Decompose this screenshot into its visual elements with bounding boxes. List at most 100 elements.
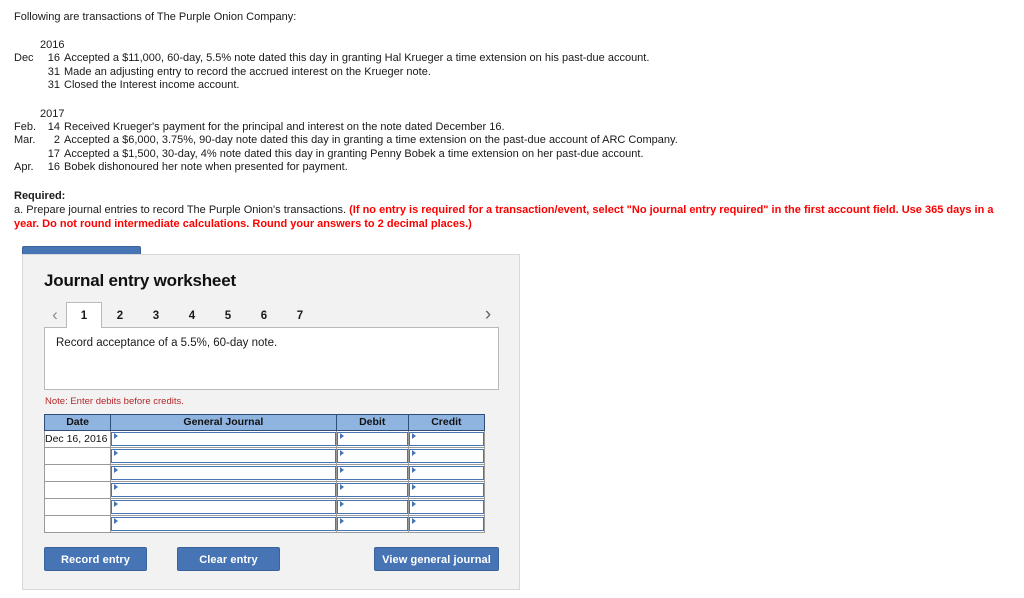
problem-statement: Following are transactions of The Purple…: [0, 0, 1024, 231]
tab-1[interactable]: 1: [66, 302, 102, 328]
table-row: Dec 16, 2016: [43, 430, 486, 448]
debit-input[interactable]: [336, 449, 408, 463]
cell-date: [43, 447, 112, 465]
transaction-groups: 2016 Dec 16 Accepted a $11,000, 60-day, …: [14, 38, 1016, 175]
cell-credit[interactable]: [407, 515, 486, 533]
clear-entry-button[interactable]: Clear entry: [177, 547, 280, 571]
transaction-text: Accepted a $11,000, 60-day, 5.5% note da…: [64, 52, 650, 64]
journal-entry-table: Date General Journal Debit Credit Dec 16…: [43, 414, 486, 533]
column-header-debit: Debit: [335, 414, 409, 431]
transaction-month: [14, 79, 40, 93]
cell-credit[interactable]: [407, 498, 486, 516]
cell-general-journal[interactable]: [110, 447, 337, 465]
cell-credit[interactable]: [407, 464, 486, 482]
cell-date: Dec 16, 2016: [43, 430, 112, 448]
credit-input[interactable]: [408, 500, 484, 514]
credit-input[interactable]: [408, 449, 484, 463]
table-row: [43, 447, 486, 465]
transaction-row: 31 Closed the Interest income account.: [14, 79, 1016, 93]
general-journal-input[interactable]: [111, 500, 336, 514]
tab-3[interactable]: 3: [138, 302, 174, 328]
cell-date: [43, 464, 112, 482]
tab-4[interactable]: 4: [174, 302, 210, 328]
transaction-row: Feb. 14 Received Krueger's payment for t…: [14, 121, 1016, 135]
cell-debit[interactable]: [335, 464, 409, 482]
credit-input[interactable]: [408, 432, 484, 446]
cell-credit[interactable]: [407, 447, 486, 465]
transaction-text: Accepted a $6,000, 3.75%, 90-day note da…: [64, 134, 678, 146]
transaction-row: Apr. 16 Bobek dishonoured her note when …: [14, 161, 1016, 175]
cell-credit[interactable]: [407, 481, 486, 499]
general-journal-input[interactable]: [111, 449, 336, 463]
transaction-text: Accepted a $1,500, 30-day, 4% note dated…: [64, 147, 644, 160]
general-journal-input[interactable]: [111, 432, 336, 446]
transaction-month: [14, 66, 40, 80]
general-journal-input[interactable]: [111, 466, 336, 480]
view-general-journal-button[interactable]: View general journal: [374, 547, 499, 571]
worksheet-footer: Record entry Clear entry View general jo…: [44, 547, 499, 573]
cell-date: [43, 515, 112, 533]
cell-general-journal[interactable]: [110, 515, 337, 533]
table-header-row: Date General Journal Debit Credit: [43, 414, 486, 431]
debit-input[interactable]: [336, 466, 408, 480]
transaction-month: Apr.: [14, 161, 34, 173]
transaction-month: Feb.: [14, 120, 37, 133]
cell-general-journal[interactable]: [110, 464, 337, 482]
debit-input[interactable]: [336, 432, 408, 446]
debit-input[interactable]: [336, 500, 408, 514]
transaction-row: 31 Made an adjusting entry to record the…: [14, 66, 1016, 80]
cell-debit[interactable]: [335, 447, 409, 465]
entry-description-box: Record acceptance of a 5.5%, 60-day note…: [44, 327, 499, 390]
credit-input[interactable]: [408, 517, 484, 531]
cell-general-journal[interactable]: [110, 430, 337, 448]
transaction-day: 31: [47, 65, 60, 78]
table-row: [43, 498, 486, 516]
general-journal-input[interactable]: [111, 483, 336, 497]
transaction-day: 16: [47, 52, 60, 64]
tab-2[interactable]: 2: [102, 302, 138, 328]
required-heading: Required:: [14, 189, 66, 202]
intro-text: Following are transactions of The Purple…: [14, 11, 297, 23]
table-row: [43, 464, 486, 482]
cell-debit[interactable]: [335, 481, 409, 499]
transaction-month: [14, 148, 40, 162]
cell-credit[interactable]: [407, 430, 486, 448]
cell-general-journal[interactable]: [110, 498, 337, 516]
chevron-left-icon[interactable]: ‹: [44, 302, 66, 328]
transaction-day: 31: [47, 79, 60, 91]
transaction-day: 2: [53, 134, 60, 146]
transaction-row: 17 Accepted a $1,500, 30-day, 4% note da…: [14, 148, 1016, 162]
credit-input[interactable]: [408, 483, 484, 497]
cell-general-journal[interactable]: [110, 481, 337, 499]
transaction-row: Mar. 2 Accepted a $6,000, 3.75%, 90-day …: [14, 134, 1016, 148]
required-instruction-black: a. Prepare journal entries to record The…: [14, 203, 350, 216]
transaction-year: 2017: [40, 107, 65, 120]
table-row: [43, 515, 486, 533]
cell-debit[interactable]: [335, 430, 409, 448]
tab-5[interactable]: 5: [210, 302, 246, 328]
general-journal-input[interactable]: [111, 517, 336, 531]
transaction-day: 17: [47, 147, 60, 160]
record-entry-button[interactable]: Record entry: [44, 547, 147, 571]
required-instructions: a. Prepare journal entries to record The…: [14, 203, 1016, 231]
debits-before-credits-note: Note: Enter debits before credits.: [45, 396, 184, 407]
entry-description-text: Record acceptance of a 5.5%, 60-day note…: [56, 337, 278, 349]
transaction-text: Received Krueger's payment for the princ…: [64, 120, 505, 133]
tab-6[interactable]: 6: [246, 302, 282, 328]
transaction-text: Closed the Interest income account.: [64, 79, 240, 91]
transaction-group-2016: 2016 Dec 16 Accepted a $11,000, 60-day, …: [14, 38, 1016, 93]
worksheet-tabstrip: ‹ 1 2 3 4 5 6 7 ›: [44, 301, 499, 328]
cell-date: [43, 481, 112, 499]
cell-debit[interactable]: [335, 498, 409, 516]
transaction-row: Dec 16 Accepted a $11,000, 60-day, 5.5% …: [14, 52, 1016, 66]
column-header-general-journal: General Journal: [110, 414, 337, 431]
transaction-year: 2016: [40, 39, 65, 51]
worksheet-title: Journal entry worksheet: [44, 271, 236, 290]
credit-input[interactable]: [408, 466, 484, 480]
chevron-right-icon[interactable]: ›: [477, 302, 499, 328]
cell-debit[interactable]: [335, 515, 409, 533]
tab-7[interactable]: 7: [282, 302, 318, 328]
debit-input[interactable]: [336, 483, 408, 497]
transaction-group-2017: 2017 Feb. 14 Received Krueger's payment …: [14, 107, 1016, 175]
debit-input[interactable]: [336, 517, 408, 531]
